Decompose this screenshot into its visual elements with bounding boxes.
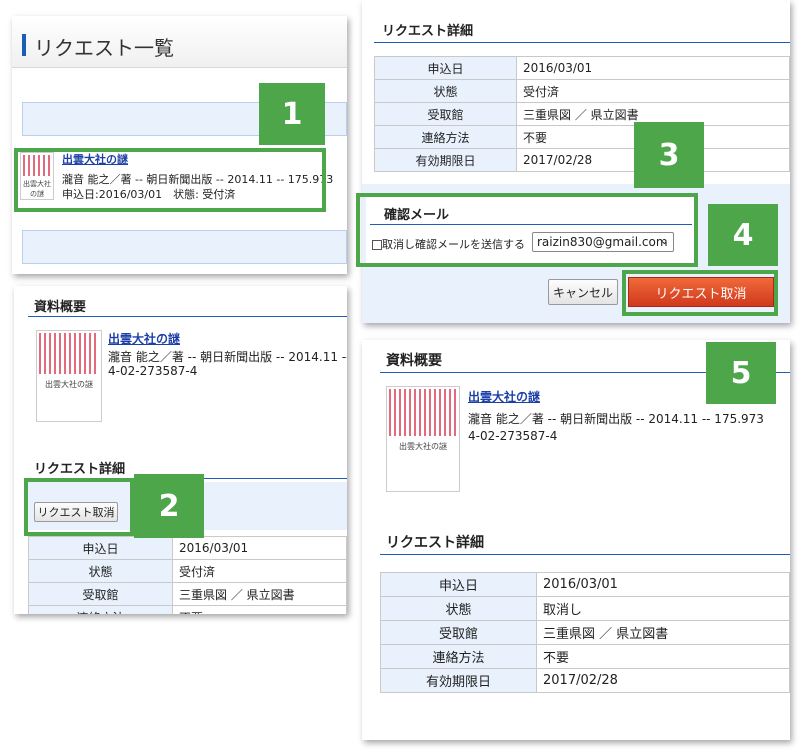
row-value-status: 取消し [536,596,790,621]
book-thumbnail[interactable]: 出雲大社の謎 [36,330,102,422]
table-row: 連絡方法 不要 [374,125,790,149]
table-row: 申込日 2016/03/01 [380,572,790,597]
overview-title: 資料概要 [386,353,442,369]
row-label: 状態 [380,596,537,621]
row-value: 2016/03/01 [516,56,790,80]
table-row: 申込日 2016/03/01 [374,56,790,80]
cancel-button[interactable]: キャンセル [548,279,618,305]
thumbnail-title: 出雲大社の謎 [399,442,447,451]
row-label: 状態 [28,559,173,583]
row-label: 連絡方法 [374,125,517,149]
row-value: 2017/02/28 [536,668,790,693]
table-row: 有効期限日 2017/02/28 [380,668,790,693]
row-value: 不要 [172,605,347,614]
request-detail-title: リクエスト詳細 [34,462,126,477]
request-detail-title: リクエスト詳細 [382,24,474,39]
table-row: 受取館 三重県図 ／ 県立図書 [374,102,790,126]
row-value: 受付済 [172,559,347,583]
book-isbn: 4-02-273587-4 [108,364,198,378]
overview-title: 資料概要 [34,300,87,315]
row-value: 三重県図 ／ 県立図書 [536,620,790,645]
request-detail-table: 申込日 2016/03/01 状態 取消し 受取館 三重県図 ／ 県立図書 連絡… [380,572,790,693]
section-divider [380,554,790,555]
step-badge-4: 4 [708,204,778,266]
highlight-frame-1 [14,148,326,212]
table-row: 有効期限日 2017/02/28 [374,148,790,172]
section-divider [28,316,347,317]
row-label: 状態 [374,79,517,103]
row-label: 申込日 [380,572,537,597]
book-info-line1: 瀧音 能之／著 -- 朝日新聞出版 -- 2014.11 -- 175.973 [468,412,764,426]
page-title: リクエスト一覧 [34,36,174,60]
book-isbn: 4-02-273587-4 [468,429,558,443]
row-label: 申込日 [374,56,517,80]
row-label: 有効期限日 [380,668,537,693]
list-footer-bar [22,230,347,264]
section-divider [374,42,790,43]
row-label: 受取館 [374,102,517,126]
table-row: 状態 受付済 [28,559,347,583]
request-detail-panel: 資料概要 出雲大社の謎 出雲大社の謎 瀧音 能之／著 -- 朝日新聞出版 -- … [14,286,347,614]
book-title-link[interactable]: 出雲大社の謎 [468,388,540,405]
step-badge-1: 1 [259,83,325,145]
table-row: 状態 受付済 [374,79,790,103]
table-row: 連絡方法 不要 [380,644,790,669]
row-value: 受付済 [516,79,790,103]
table-row: 連絡方法 不要 [28,605,347,614]
request-list-panel: リクエスト一覧 出雲大社の謎 出雲大社の謎 瀧音 能之／著 -- 朝日新聞出版 … [12,16,347,274]
table-row: 申込日 2016/03/01 [28,536,347,560]
table-row: 受取館 三重県図 ／ 県立図書 [380,620,790,645]
step-badge-3: 3 [634,122,704,188]
thumbnail-title: 出雲大社の謎 [45,380,93,389]
row-label: 受取館 [28,582,173,606]
request-detail-table: 申込日 2016/03/01 状態 受付済 受取館 三重県図 ／ 県立図書 連絡… [374,56,790,172]
title-accent-bar [22,34,26,56]
table-row: 受取館 三重県図 ／ 県立図書 [28,582,347,606]
row-value: 不要 [536,644,790,669]
step-badge-2: 2 [134,474,204,538]
highlight-frame-4 [622,270,778,316]
row-value: 三重県図 ／ 県立図書 [172,582,347,606]
highlight-frame-2 [24,478,134,536]
row-label: 連絡方法 [28,605,173,614]
highlight-frame-3 [356,193,698,267]
row-value: 2016/03/01 [536,572,790,597]
request-detail-title: リクエスト詳細 [386,535,484,551]
row-value: 2016/03/01 [172,536,347,560]
row-label: 連絡方法 [380,644,537,669]
row-label: 申込日 [28,536,173,560]
request-detail-table: 申込日 2016/03/01 状態 受付済 受取館 三重県図 ／ 県立図書 連絡… [28,536,347,614]
book-info-line1: 瀧音 能之／著 -- 朝日新聞出版 -- 2014.11 -- [108,350,347,364]
row-label: 受取館 [380,620,537,645]
row-label: 有効期限日 [374,148,517,172]
book-thumbnail[interactable]: 出雲大社の謎 [386,386,460,492]
step-badge-5: 5 [706,342,776,404]
table-row: 状態 取消し [380,596,790,621]
book-title-link[interactable]: 出雲大社の謎 [108,330,180,347]
